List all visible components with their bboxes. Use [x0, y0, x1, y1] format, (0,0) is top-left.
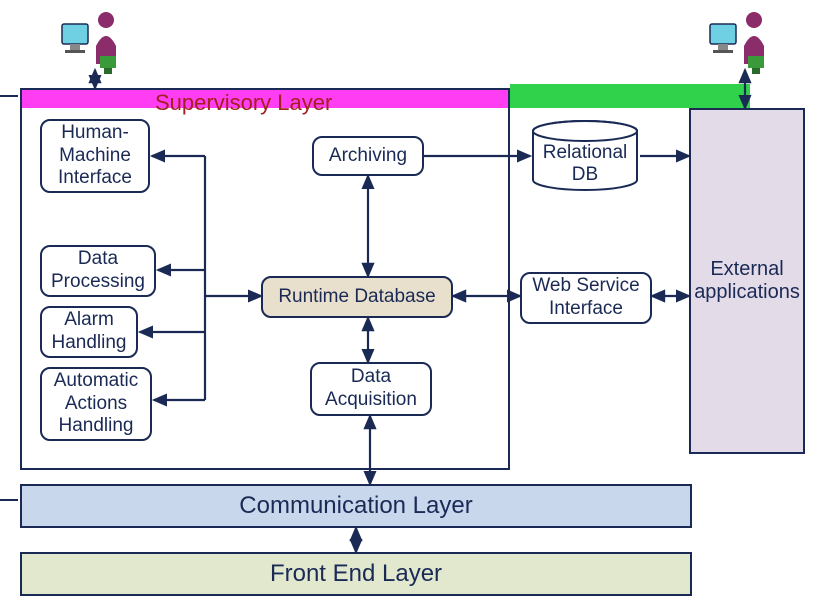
hmi-box: Human- Machine Interface	[40, 119, 150, 193]
data-processing-box: Data Processing	[40, 245, 156, 297]
web-service-interface-box: Web Service Interface	[520, 272, 652, 324]
data-acquisition-box: Data Acquisition	[310, 362, 432, 416]
archiving-box: Archiving	[312, 136, 424, 176]
user-icon-left	[60, 6, 130, 76]
runtime-database-box: Runtime Database	[261, 276, 453, 318]
auto-actions-box: Automatic Actions Handling	[40, 367, 152, 441]
external-applications-box: External applications	[689, 108, 805, 454]
green-bar	[510, 84, 750, 108]
user-icon-right	[708, 6, 778, 76]
alarm-handling-box: Alarm Handling	[40, 306, 138, 358]
supervisory-layer-title: Supervisory Layer	[155, 90, 332, 116]
communication-layer-box: Communication Layer	[20, 484, 692, 528]
relational-db-cylinder: Relational DB	[530, 120, 640, 192]
front-end-layer-box: Front End Layer	[20, 552, 692, 596]
relational-db-label: Relational DB	[530, 142, 640, 186]
